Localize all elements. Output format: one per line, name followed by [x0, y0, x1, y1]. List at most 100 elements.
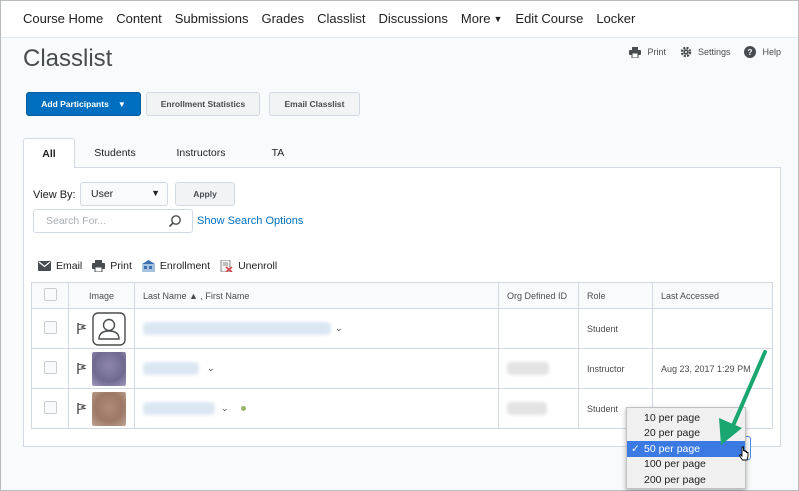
tab-instructors[interactable]: Instructors: [155, 138, 247, 168]
course-nav: Course Home Content Submissions Grades C…: [0, 0, 797, 36]
nav-locker[interactable]: Locker: [596, 11, 635, 26]
nav-more-label: More: [460, 10, 491, 26]
table-row: ⌄ Instructor Aug 23, 2017 1:29 PM: [31, 348, 773, 389]
settings-label: Settings: [697, 47, 731, 57]
enrollment-action-label: Enrollment: [159, 260, 211, 272]
header-image: Image: [68, 282, 135, 309]
flag-icon[interactable]: [77, 403, 87, 414]
row-checkbox[interactable]: [43, 401, 57, 414]
redacted-name[interactable]: [143, 362, 199, 375]
row-checkbox[interactable]: [43, 361, 57, 374]
search-icon[interactable]: [168, 214, 182, 228]
nav-more[interactable]: More ▼: [461, 11, 503, 26]
help-icon: ?: [744, 46, 757, 58]
nav-grades[interactable]: Grades: [261, 11, 304, 26]
add-participants-button[interactable]: Add Participants ▼: [26, 92, 141, 116]
header-role[interactable]: Role: [578, 282, 653, 309]
chevron-down-icon: ▼: [151, 188, 160, 198]
flag-icon[interactable]: [77, 363, 87, 374]
nav-edit-course[interactable]: Edit Course: [515, 11, 583, 26]
print-action-label: Print: [110, 260, 132, 272]
name-cell: ⌄: [134, 348, 499, 389]
redacted-org-id: [507, 402, 547, 415]
print-button[interactable]: Print: [629, 46, 666, 58]
enrollment-icon: [141, 260, 155, 272]
row-select-cell: [31, 388, 69, 429]
redacted-name[interactable]: [143, 402, 215, 415]
header-name[interactable]: Last Name ▲ , First Name: [134, 282, 499, 309]
svg-text:?: ?: [748, 48, 753, 57]
chevron-down-icon[interactable]: ⌄: [207, 363, 215, 373]
row-checkbox[interactable]: [43, 321, 57, 334]
image-cell: [68, 388, 135, 429]
email-icon: [38, 261, 51, 271]
tab-all[interactable]: All: [23, 138, 75, 168]
role-cell: Instructor: [578, 348, 653, 389]
org-id-cell: [498, 388, 579, 429]
nav-submissions[interactable]: Submissions: [175, 11, 249, 26]
redacted-org-id: [507, 362, 549, 375]
user-avatar: [92, 351, 127, 386]
enrollment-action[interactable]: Enrollment: [141, 260, 211, 272]
per-page-option-50-label: 50 per page: [644, 442, 701, 455]
search-input[interactable]: Search For...: [33, 209, 193, 233]
header-org-id[interactable]: Org Defined ID: [498, 282, 579, 309]
search-placeholder: Search For...: [46, 215, 107, 227]
chevron-down-icon[interactable]: ⌄: [335, 323, 343, 333]
email-action-label: Email: [56, 260, 83, 272]
unenroll-action[interactable]: Unenroll: [220, 260, 277, 272]
gear-icon: [680, 46, 692, 58]
name-cell: ⌄: [134, 388, 499, 429]
table-header-row: Image Last Name ▲ , First Name Org Defin…: [31, 282, 773, 309]
add-participants-label: Add Participants: [41, 99, 109, 109]
user-placeholder-icon: [92, 311, 126, 346]
role-cell: Student: [578, 308, 653, 349]
header-select-all: [31, 282, 69, 309]
chevron-down-icon: ▼: [493, 13, 503, 24]
view-by-select[interactable]: User ▼: [80, 182, 168, 206]
nav-classlist[interactable]: Classlist: [317, 11, 365, 26]
enrollment-statistics-button[interactable]: Enrollment Statistics: [146, 92, 260, 116]
print-icon: [629, 46, 642, 58]
flag-icon[interactable]: [77, 323, 87, 334]
view-by-label: View By:: [33, 189, 76, 201]
apply-button[interactable]: Apply: [175, 182, 235, 206]
nav-discussions[interactable]: Discussions: [379, 11, 448, 26]
table-row: ⌄ Student: [31, 308, 773, 349]
settings-button[interactable]: Settings: [680, 46, 731, 58]
role-tabs: All Students Instructors TA: [23, 138, 309, 168]
bulk-actions: Email Print Enrollment Unenroll: [38, 260, 287, 272]
page-title: Classlist: [23, 45, 113, 72]
name-cell: ⌄: [134, 308, 499, 349]
arrow-annotation: [719, 350, 767, 445]
row-select-cell: [31, 348, 69, 389]
per-page-option-200[interactable]: 200 per page: [627, 472, 745, 488]
print-label: Print: [647, 47, 666, 57]
show-search-options-link[interactable]: Show Search Options: [197, 215, 303, 227]
image-cell: [68, 308, 135, 349]
nav-course-home[interactable]: Course Home: [23, 11, 103, 26]
redacted-name[interactable]: [143, 322, 331, 335]
nav-content[interactable]: Content: [116, 11, 162, 26]
help-button[interactable]: ? Help: [744, 46, 781, 58]
print-action[interactable]: Print: [92, 260, 132, 272]
checkmark-icon: ✓: [631, 442, 640, 455]
print-icon: [92, 260, 106, 272]
email-classlist-button[interactable]: Email Classlist: [269, 92, 360, 116]
last-accessed-cell: [652, 308, 773, 349]
unenroll-action-label: Unenroll: [238, 260, 278, 272]
tab-ta[interactable]: TA: [247, 138, 309, 168]
image-cell: [68, 348, 135, 389]
select-all-checkbox[interactable]: [43, 288, 57, 301]
user-avatar: [92, 391, 127, 426]
chevron-down-icon[interactable]: ⌄: [221, 403, 229, 413]
unenroll-icon: [220, 260, 233, 272]
online-status-dot: [240, 406, 246, 411]
header-last-accessed[interactable]: Last Accessed: [652, 282, 773, 309]
row-select-cell: [31, 308, 69, 349]
help-label: Help: [762, 47, 781, 57]
tab-students[interactable]: Students: [75, 138, 155, 168]
page-toolbar: Print Settings ? Help: [615, 46, 781, 58]
per-page-option-100[interactable]: 100 per page: [627, 457, 745, 473]
email-action[interactable]: Email: [38, 260, 82, 272]
